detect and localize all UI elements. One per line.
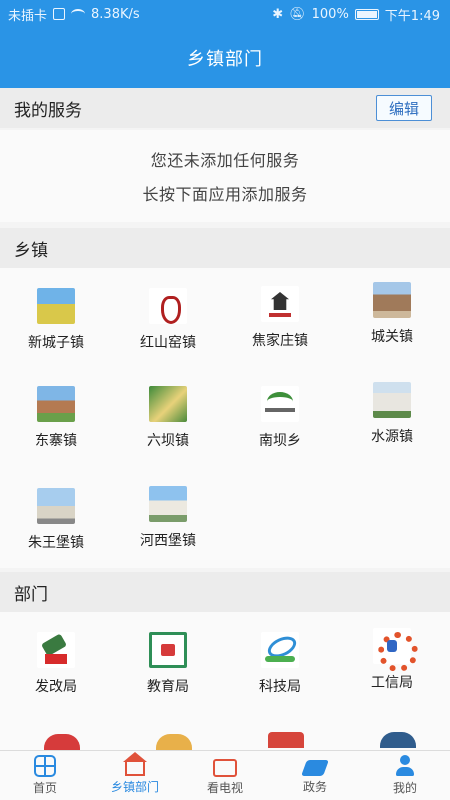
dept-label: 工信局 — [371, 675, 413, 691]
my-services-title: 我的服务 — [14, 100, 82, 121]
page-title: 乡镇部门 — [187, 49, 263, 70]
nav-label: 乡镇部门 — [110, 780, 159, 794]
battery-icon — [354, 8, 379, 20]
nav-label: 我的 — [392, 781, 417, 795]
towns-title: 乡镇 — [14, 240, 48, 261]
tv-icon — [213, 758, 237, 777]
towns-header: 乡镇 — [0, 228, 450, 268]
green-logo-icon — [261, 386, 299, 422]
town-item-shuiyuan[interactable]: 水源镇 — [336, 382, 448, 482]
technology-logo-icon — [261, 632, 299, 668]
bluetooth-icon: ✱ — [272, 6, 284, 22]
partial-badge-icon — [268, 732, 304, 748]
dept-label: 发改局 — [35, 679, 77, 695]
town-label: 城关镇 — [371, 329, 413, 345]
dept-label: 教育局 — [147, 679, 189, 695]
clock: 下午1:49 — [384, 8, 440, 24]
town-item-chengguan[interactable]: 城关镇 — [336, 282, 448, 382]
nav-home[interactable]: 首页 — [0, 751, 90, 800]
empty-hint-line-2: 长按下面应用添加服务 — [142, 185, 308, 204]
departments-title: 部门 — [14, 584, 48, 605]
handshake-icon — [301, 759, 329, 776]
town-item-nanba[interactable]: 南坝乡 — [224, 386, 336, 486]
carrier-text: 未插卡 — [8, 8, 48, 24]
town-item-dongzhai[interactable]: 东寨镇 — [0, 386, 112, 486]
town-label: 红山窑镇 — [140, 335, 196, 351]
red-vase-logo-icon — [149, 288, 187, 324]
town-item-liuba[interactable]: 六坝镇 — [112, 386, 224, 486]
reform-stamp-icon — [37, 632, 75, 668]
building-photo-icon — [37, 386, 75, 422]
dept-label: 科技局 — [259, 679, 301, 695]
town-label: 六坝镇 — [147, 433, 189, 449]
white-building-photo-icon — [373, 382, 411, 418]
battery-percent: 100% — [311, 6, 349, 22]
town-label: 河西堡镇 — [140, 533, 196, 549]
town-label: 南坝乡 — [259, 433, 301, 449]
sim-icon — [53, 8, 66, 20]
gate-tower-photo-icon — [373, 282, 411, 318]
edit-button[interactable]: 编辑 — [376, 95, 432, 121]
partial-logo-icon — [380, 732, 416, 748]
town-label: 东寨镇 — [35, 433, 77, 449]
departments-grid: 发改局 教育局 科技局 工信局 — [0, 612, 450, 750]
status-bar: 未插卡 8.38K/s ✱ 🔕︎ 100% 下午1:49 — [0, 0, 450, 28]
partial-emblem-icon — [44, 734, 80, 750]
empty-hint-line-1: 您还未添加任何服务 — [150, 151, 300, 170]
gear-logo-icon — [373, 628, 418, 672]
my-services-empty-state: 您还未添加任何服务 长按下面应用添加服务 — [0, 130, 450, 222]
home-grid-icon — [34, 755, 56, 777]
town-item-hexibao[interactable]: 河西堡镇 — [112, 486, 224, 586]
education-emblem-icon — [149, 632, 187, 668]
poster-photo-icon — [149, 386, 187, 422]
partial-emblem-icon — [156, 734, 192, 750]
town-label: 朱王堡镇 — [28, 535, 84, 551]
government-building-photo-icon — [149, 486, 187, 522]
nav-me[interactable]: 我的 — [360, 751, 450, 800]
dept-item-fagai[interactable]: 发改局 — [0, 632, 112, 732]
monument-photo-icon — [37, 488, 75, 524]
town-label: 新城子镇 — [28, 335, 84, 351]
dept-item-jiaoyu[interactable]: 教育局 — [112, 632, 224, 732]
town-item-hongshanyao[interactable]: 红山窑镇 — [112, 288, 224, 388]
dept-item-gongxin[interactable]: 工信局 — [336, 628, 448, 728]
my-services-header: 我的服务 编辑 — [0, 88, 450, 128]
towns-grid: 新城子镇 红山窑镇 焦家庄镇 城关镇 东寨镇 六坝镇 南坝乡 水源镇 朱王堡镇 … — [0, 268, 450, 568]
network-speed: 8.38K/s — [91, 6, 140, 22]
town-item-jiaojiazhuang[interactable]: 焦家庄镇 — [224, 286, 336, 386]
top-app-bar: 未插卡 8.38K/s ✱ 🔕︎ 100% 下午1:49 乡镇部门 — [0, 0, 450, 88]
tower-logo-icon — [261, 286, 299, 322]
nav-label: 看电视 — [206, 780, 243, 795]
nav-government[interactable]: 政务 — [270, 751, 360, 800]
nav-label: 首页 — [32, 781, 57, 795]
dept-item-keji[interactable]: 科技局 — [224, 632, 336, 732]
nav-watch-tv[interactable]: 看电视 — [180, 751, 270, 800]
house-icon — [123, 752, 147, 776]
mute-icon: 🔕︎ — [289, 6, 306, 22]
nav-label: 政务 — [302, 779, 327, 794]
nav-towns-departments[interactable]: 乡镇部门 — [90, 751, 180, 800]
town-item-xinchengzi[interactable]: 新城子镇 — [0, 288, 112, 388]
departments-header: 部门 — [0, 572, 450, 612]
wifi-icon — [71, 9, 86, 19]
person-icon — [395, 755, 415, 777]
bottom-nav: 首页 乡镇部门 看电视 政务 我的 — [0, 750, 450, 800]
town-label: 焦家庄镇 — [252, 333, 308, 349]
town-label: 水源镇 — [371, 429, 413, 445]
field-photo-icon — [37, 288, 75, 324]
